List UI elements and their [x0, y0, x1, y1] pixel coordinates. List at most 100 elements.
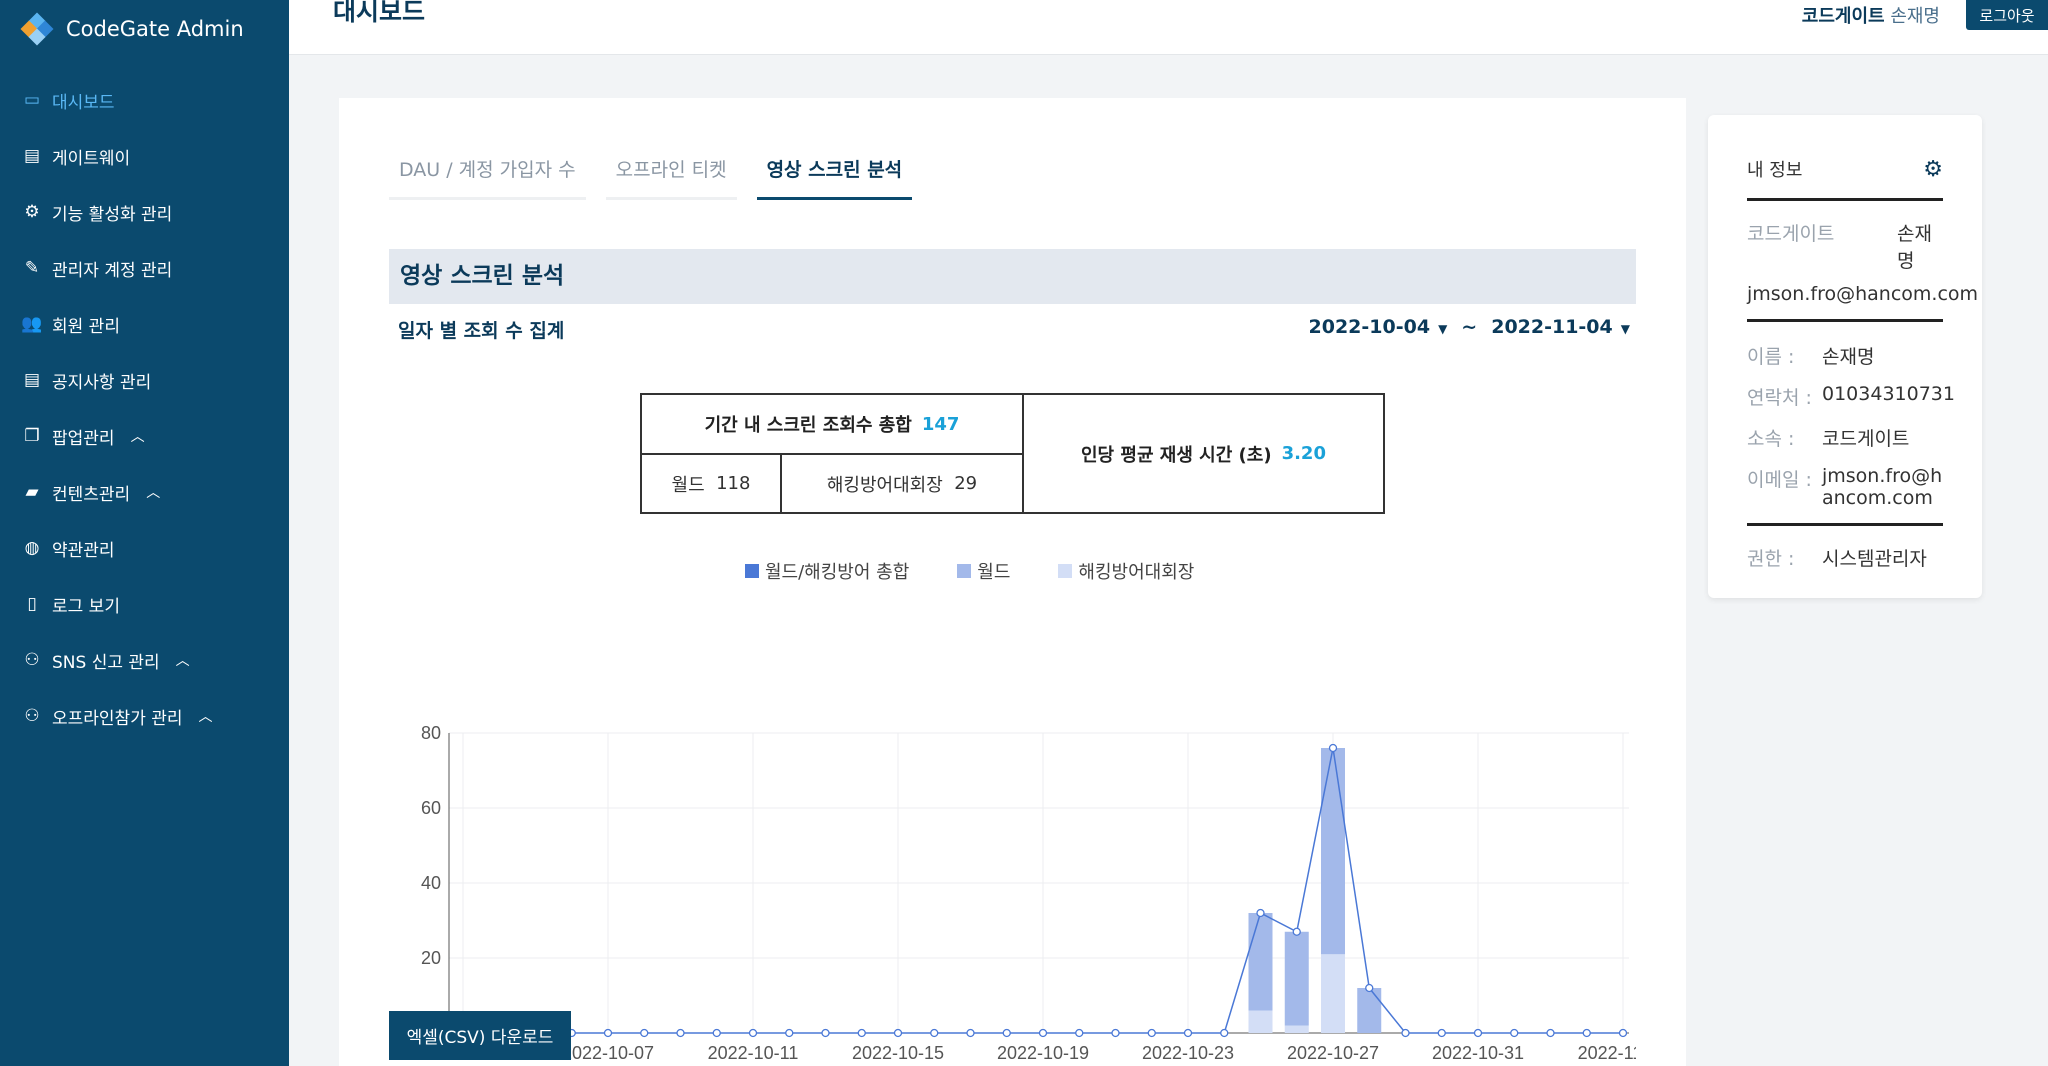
- total-point: [1510, 1028, 1519, 1038]
- sidebar-item-11[interactable]: ⚇ 오프라인참가 관리 ︿: [0, 688, 289, 744]
- sidebar-item-label: 게이트웨이: [52, 148, 131, 169]
- sidebar-item-label: 팝업관리: [52, 428, 115, 449]
- sidebar-item-label: 회원 관리: [52, 316, 120, 337]
- table-icon: ▤: [23, 370, 41, 390]
- profile-role-row: 권한 : 시스템관리자: [1747, 544, 1943, 571]
- file-icon: ▯: [27, 594, 37, 614]
- summary-hack-value: 29: [954, 473, 978, 494]
- summary-avg-value: 3.20: [1281, 443, 1326, 464]
- sidebar-item-0[interactable]: ▭ 대시보드: [0, 72, 289, 128]
- globe-icon: ◍: [24, 538, 40, 558]
- bar-hack: [1321, 954, 1345, 1033]
- date-range: 2022-10-04 ▼ ~ 2022-11-04 ▼: [1309, 316, 1630, 338]
- profile-dept: 코드게이트: [1822, 428, 1910, 450]
- user-name: 손재명: [1890, 6, 1940, 27]
- gear-icon: ⚙: [24, 202, 40, 222]
- sidebar-item-label: 컨텐츠관리: [52, 484, 131, 505]
- csv-download-button[interactable]: 엑셀(CSV) 다운로드: [389, 1011, 571, 1060]
- legend-item[interactable]: 월드/해킹방어 총합: [745, 558, 909, 584]
- summary-breakdown: 월드 118 해킹방어대회장 29: [642, 455, 1022, 512]
- total-point: [1401, 1028, 1410, 1038]
- profile-details: 이름 : 손재명 연락처 : 01034310731 소속 : 코드게이트 이메…: [1747, 322, 1955, 526]
- profile-phone: 01034310731: [1822, 383, 1955, 405]
- total-point: [676, 1028, 685, 1038]
- tab-screen-analysis[interactable]: 영상 스크린 분석: [756, 150, 913, 200]
- total-point: [821, 1028, 830, 1038]
- sidebar-item-1[interactable]: ▤ 게이트웨이: [0, 128, 289, 184]
- legend-label: 월드: [977, 562, 1011, 583]
- sidebar-item-10[interactable]: ⚇ SNS 신고 관리 ︿: [0, 632, 289, 688]
- sidebar-item-4[interactable]: 👥 회원 관리: [0, 296, 289, 352]
- total-point: [966, 1028, 975, 1038]
- total-point: [893, 1028, 903, 1038]
- sidebar-item-5[interactable]: ▤ 공지사항 관리: [0, 352, 289, 408]
- chevron-up-icon: ︿: [130, 429, 145, 445]
- logout-button[interactable]: 로그아웃: [1966, 0, 2048, 30]
- profile-phone-row: 연락처 : 01034310731: [1747, 383, 1955, 410]
- caret-down-icon: ▼: [1620, 322, 1630, 336]
- y-tick-label: 80: [421, 723, 441, 743]
- section-subtitle: 일자 별 조회 수 집계: [398, 320, 565, 342]
- sidebar-item-label: 대시보드: [52, 92, 115, 113]
- profile-dept-row: 소속 : 코드게이트: [1747, 424, 1943, 451]
- sidebar-item-7[interactable]: ▰ 컨텐츠관리 ︿: [0, 464, 289, 520]
- bar-world: [1284, 931, 1309, 1026]
- profile-email-top: jmson.fro@hancom.com: [1747, 283, 1978, 322]
- monitor-icon: ▭: [23, 90, 41, 110]
- sidebar-item-label: 약관관리: [52, 540, 115, 561]
- summary-hack-label: 해킹방어대회장: [826, 474, 943, 496]
- sidebar-item-8[interactable]: ◍ 약관관리: [0, 520, 289, 576]
- sidebar-item-6[interactable]: ❐ 팝업관리 ︿: [0, 408, 289, 464]
- sidebar-item-label: 관리자 계정 관리: [52, 260, 173, 281]
- chart-svg: 0204060802022-10-032022-10-072022-10-112…: [417, 723, 1668, 1063]
- tab-dau[interactable]: DAU / 계정 가입자 수: [389, 150, 586, 200]
- total-point: [1546, 1028, 1555, 1038]
- users-icon: 👥: [21, 314, 43, 334]
- chart-legend: 월드/해킹방어 총합 월드 해킹방어대회장: [745, 558, 1194, 584]
- bar-world: [1357, 988, 1382, 1033]
- windows-icon: ❐: [24, 426, 40, 446]
- total-point: [1618, 1028, 1628, 1038]
- bar-hack: [1284, 1025, 1309, 1033]
- x-tick-label: 2022-10-15: [852, 1043, 944, 1063]
- total-point: [1111, 1028, 1120, 1038]
- total-point: [1038, 1028, 1048, 1038]
- tab-offline-ticket[interactable]: 오프라인 티켓: [605, 150, 737, 200]
- summary-average: 인당 평균 재생 시간 (초) 3.20: [1024, 395, 1383, 512]
- gear-icon[interactable]: ⚙: [1923, 157, 1943, 182]
- user-info: 코드게이트 손재명: [1802, 2, 1940, 28]
- y-tick-label: 40: [421, 873, 441, 893]
- legend-item[interactable]: 월드: [957, 558, 1010, 584]
- date-to-select[interactable]: 2022-11-04 ▼: [1491, 316, 1630, 338]
- legend-item[interactable]: 해킹방어대회장: [1058, 558, 1194, 584]
- date-from-value: 2022-10-04: [1308, 316, 1431, 338]
- date-from-select[interactable]: 2022-10-04 ▼: [1309, 316, 1448, 338]
- total-point: [857, 1028, 866, 1038]
- top-bar: 대시보드 코드게이트 손재명 로그아웃: [289, 0, 2048, 55]
- total-point: [1365, 983, 1374, 993]
- profile-dept-label: 소속 :: [1747, 428, 1795, 450]
- brand[interactable]: CodeGate Admin: [0, 0, 289, 58]
- total-point: [1292, 927, 1301, 936]
- y-tick-label: 20: [421, 948, 441, 968]
- total-point: [1147, 1028, 1156, 1038]
- sidebar-item-label: SNS 신고 관리: [52, 652, 160, 673]
- total-point: [785, 1028, 794, 1038]
- sidebar-item-2[interactable]: ⚙ 기능 활성화 관리: [0, 184, 289, 240]
- sidebar-item-3[interactable]: ✎ 관리자 계정 관리: [0, 240, 289, 296]
- profile-name: 손재명: [1822, 346, 1875, 368]
- x-tick-label: 2022-10-23: [1142, 1043, 1234, 1063]
- profile-org-name: 손재명: [1897, 223, 1932, 272]
- brush-icon: ✎: [24, 258, 40, 278]
- y-tick-label: 60: [421, 798, 441, 818]
- sidebar-item-label: 로그 보기: [52, 596, 120, 617]
- sidebar-item-label: 공지사항 관리: [52, 372, 152, 393]
- date-separator: ~: [1461, 316, 1478, 338]
- total-point: [1473, 1028, 1483, 1038]
- tab-bar: DAU / 계정 가입자 수 오프라인 티켓 영상 스크린 분석: [389, 150, 913, 200]
- user-plus-icon: ⚇: [24, 706, 40, 726]
- sidebar: CodeGate Admin ▭ 대시보드 ▤ 게이트웨이 ⚙ 기능 활성화 관리 ✎ 관리자…: [0, 0, 289, 1066]
- sidebar-item-9[interactable]: ▯ 로그 보기: [0, 576, 289, 632]
- legend-swatch: [1058, 564, 1073, 578]
- chevron-up-icon: ︿: [146, 485, 161, 501]
